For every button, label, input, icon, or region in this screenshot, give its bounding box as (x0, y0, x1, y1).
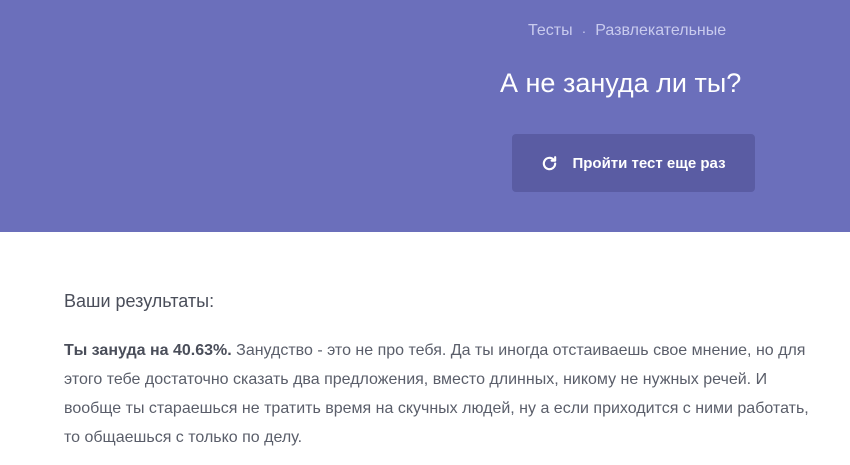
refresh-icon (543, 155, 557, 170)
result-score: Ты зануда на 40.63%. (64, 342, 232, 359)
breadcrumb-separator: · (581, 23, 587, 39)
page-title: А не зануда ли ты? (500, 68, 742, 98)
retake-test-button[interactable]: Пройти тест еще раз (512, 134, 755, 192)
results-heading: Ваши результаты: (64, 291, 215, 311)
retake-test-label: Пройти тест еще раз (572, 154, 726, 172)
result-description: Ты зануда на 40.63%. Занудство - это не … (64, 336, 824, 452)
breadcrumb: Тесты · Развлекательные (528, 20, 726, 42)
hero-banner: Тесты · Развлекательные А не зануда ли т… (0, 0, 850, 232)
breadcrumb-link-tests[interactable]: Тесты (528, 22, 573, 40)
breadcrumb-link-entertainment[interactable]: Развлекательные (595, 22, 726, 40)
